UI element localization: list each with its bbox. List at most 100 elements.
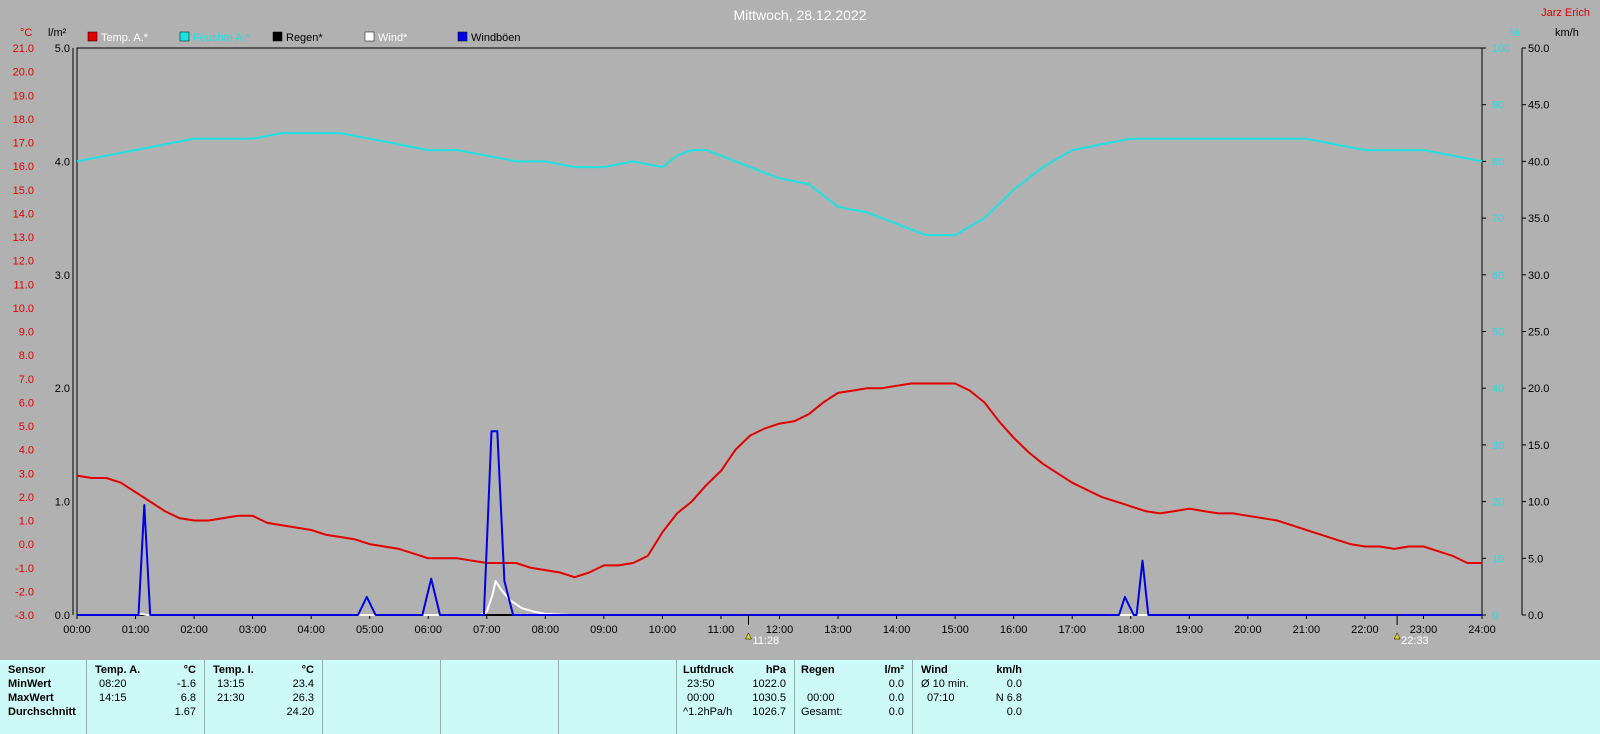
time-tick-label: 06:00 xyxy=(414,624,442,636)
temp-tick-label: -2.0 xyxy=(15,586,34,598)
wind-tick-label: 30.0 xyxy=(1528,270,1549,282)
time-tick-label: 20:00 xyxy=(1234,624,1262,636)
temp-tick-label: 15.0 xyxy=(13,185,34,197)
marker-label: 22:33 xyxy=(1401,635,1429,647)
temp-tick-label: 1.0 xyxy=(19,516,34,528)
rain-min-value: 0.0 xyxy=(888,678,904,690)
pressure-min-time: 23:50 xyxy=(687,678,715,690)
row-label-max: MaxWert xyxy=(8,692,54,704)
rain-tick-label: 1.0 xyxy=(55,497,70,509)
summary-temp-a: Temp. A. °C 08:20 -1.6 14:15 6.8 1.67 xyxy=(86,660,204,734)
time-tick-label: 01:00 xyxy=(122,624,150,636)
time-tick-label: 19:00 xyxy=(1176,624,1204,636)
humidity-tick-label: 30 xyxy=(1492,440,1504,452)
legend-swatch-temp-a xyxy=(87,31,98,42)
temp-tick-label: 19.0 xyxy=(13,90,34,102)
summary-table: Sensor MinWert MaxWert Durchschnitt Temp… xyxy=(0,660,1600,734)
humidity-tick-label: 10 xyxy=(1492,553,1504,565)
temp-a-header: Temp. A. xyxy=(95,664,141,676)
time-tick-label: 22:00 xyxy=(1351,624,1379,636)
rain-tick-label: 5.0 xyxy=(55,43,70,55)
legend-label-temp-a: Temp. A.* xyxy=(101,32,149,44)
wind-tick-label: 25.0 xyxy=(1528,327,1549,339)
temp-a-max-time: 14:15 xyxy=(99,692,127,704)
humidity-tick-label: 80 xyxy=(1492,156,1504,168)
rain-max-time: 00:00 xyxy=(807,692,835,704)
legend: Temp. A.* Feuchte A.* Regen* Wind* Windböen xyxy=(87,31,521,44)
temp-i-unit: °C xyxy=(301,664,314,676)
rain-tick-label: 2.0 xyxy=(55,383,70,395)
rain-max-value: 0.0 xyxy=(888,692,904,704)
temp-tick-label: 9.0 xyxy=(19,327,34,339)
temp-tick-label: 7.0 xyxy=(19,374,34,386)
wind-tick-label: 20.0 xyxy=(1528,383,1549,395)
legend-swatch-wind xyxy=(364,31,375,42)
wind-avg-value: 0.0 xyxy=(1006,678,1022,690)
summary-rain: Regen l/m² 0.0 00:00 0.0 Gesamt: 0.0 xyxy=(794,660,912,734)
marker-icon xyxy=(1393,632,1401,640)
legend-label-wind: Wind* xyxy=(378,32,408,44)
rain-unit: l/m² xyxy=(884,664,904,676)
rain-total-value: 0.0 xyxy=(888,706,904,718)
wind-tick-label: 40.0 xyxy=(1528,156,1549,168)
time-tick-label: 16:00 xyxy=(1000,624,1028,636)
pressure-unit: hPa xyxy=(765,664,786,676)
temp-tick-label: 11.0 xyxy=(13,279,34,291)
temp-tick-label: 17.0 xyxy=(13,138,34,150)
legend-label-windb-en: Windböen xyxy=(471,32,521,44)
temp-i-header: Temp. I. xyxy=(213,664,254,676)
wind-tick-label: 35.0 xyxy=(1528,213,1549,225)
temp-a-average: 1.67 xyxy=(174,706,196,718)
rain-axis: 0.0 1.0 2.0 3.0 4.0 5.0 xyxy=(55,43,74,622)
temp-tick-label: 6.0 xyxy=(19,397,34,409)
wind-tick-label: 15.0 xyxy=(1528,440,1549,452)
author-label: Jarz Erich xyxy=(1541,7,1590,19)
temp-tick-label: 5.0 xyxy=(19,421,34,433)
temp-tick-label: 0.0 xyxy=(19,539,34,551)
time-tick-label: 21:00 xyxy=(1293,624,1321,636)
temp-tick-label: 18.0 xyxy=(13,114,34,126)
wind-tick-label: 45.0 xyxy=(1528,100,1549,112)
marker-label: 11:28 xyxy=(752,635,779,647)
pressure-max-value: 1030.5 xyxy=(752,692,786,704)
humidity-tick-label: 60 xyxy=(1492,270,1504,282)
temp-i-average: 24.20 xyxy=(286,706,314,718)
temp-a-max-value: 6.8 xyxy=(180,692,196,704)
summary-empty-3 xyxy=(558,660,676,734)
temp-tick-label: -3.0 xyxy=(15,610,34,622)
temp-tick-label: 8.0 xyxy=(19,350,34,362)
time-tick-label: 09:00 xyxy=(590,624,618,636)
wind-tick-label: 10.0 xyxy=(1528,497,1549,509)
time-axis: 00:00 01:00 02:00 03:00 04:00 05:00 06:00 07:00… xyxy=(63,615,1496,636)
pressure-min-value: 1022.0 xyxy=(752,678,786,690)
marker-icon xyxy=(745,632,752,640)
time-tick-label: 14:00 xyxy=(883,624,911,636)
summary-empty-1 xyxy=(322,660,440,734)
pressure-header: Luftdruck xyxy=(683,664,734,676)
temp-i-max-value: 26.3 xyxy=(292,692,314,704)
temp-tick-label: 2.0 xyxy=(19,492,34,504)
temp-tick-label: -1.0 xyxy=(15,563,34,575)
wind-max-time: 07:10 xyxy=(927,692,955,704)
time-tick-label: 04:00 xyxy=(297,624,325,636)
temp-unit-label: °C xyxy=(20,27,32,39)
row-label-sensor: Sensor xyxy=(8,664,46,676)
chart-title: Mittwoch, 28.12.2022 xyxy=(733,7,866,23)
legend-swatch-feuchte-a xyxy=(179,31,190,42)
rain-tick-label: 0.0 xyxy=(55,610,70,622)
time-tick-label: 15:00 xyxy=(941,624,969,636)
summary-row-labels: Sensor MinWert MaxWert Durchschnitt xyxy=(0,660,86,734)
summary-pressure: Luftdruck hPa 23:50 1022.0 00:00 1030.5 … xyxy=(676,660,794,734)
rain-header: Regen xyxy=(801,664,835,676)
summary-temp-i: Temp. I. °C 13:15 23.4 21:30 26.3 24.20 xyxy=(204,660,322,734)
temp-a-unit: °C xyxy=(183,664,196,676)
temp-tick-label: 12.0 xyxy=(13,256,34,268)
temp-tick-label: 3.0 xyxy=(19,468,34,480)
time-tick-label: 11:00 xyxy=(708,624,735,636)
temp-tick-label: 14.0 xyxy=(13,208,34,220)
pressure-trend: ^1.2hPa/h xyxy=(683,706,733,718)
pressure-average: 1026.7 xyxy=(752,706,786,718)
legend-label-regen: Regen* xyxy=(286,32,323,44)
wind-avg-label: Ø 10 min. xyxy=(921,678,969,690)
temp-a-min-time: 08:20 xyxy=(99,678,127,690)
